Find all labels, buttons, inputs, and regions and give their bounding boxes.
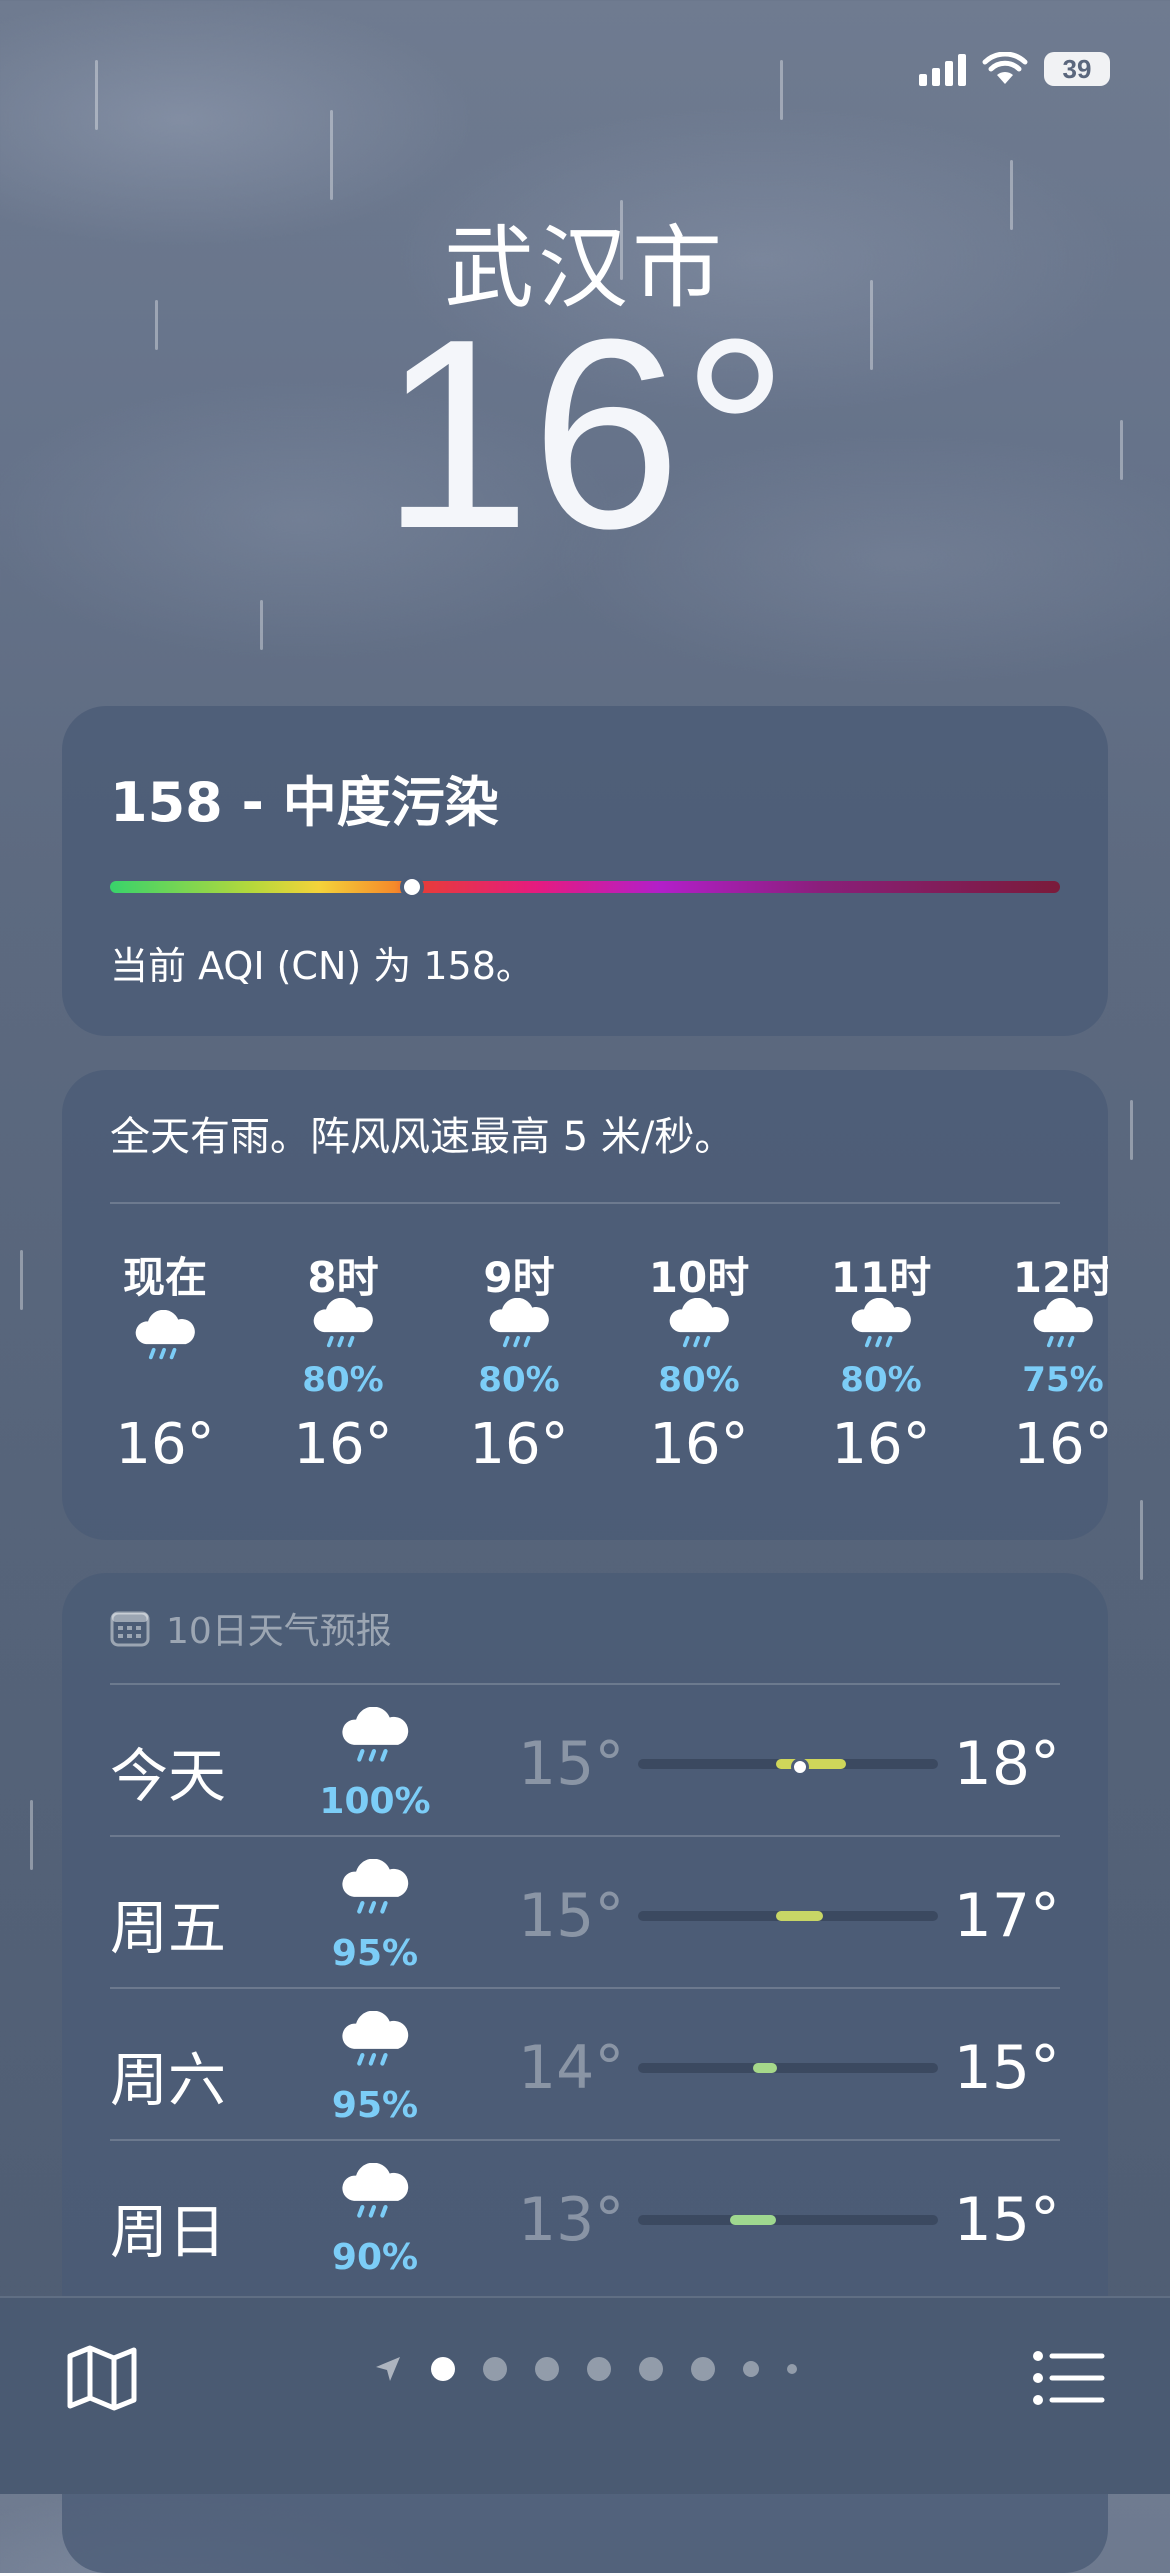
day-low-temp: 15° <box>518 1881 625 1951</box>
rain-cloud-icon <box>313 1298 373 1348</box>
page-dot[interactable] <box>639 2357 663 2381</box>
aqi-indicator <box>400 875 425 899</box>
calendar-icon <box>110 1611 150 1647</box>
day-high-temp: 15° <box>953 2185 1060 2255</box>
day-high-temp: 15° <box>953 2033 1060 2103</box>
temp-range-fill <box>776 1911 823 1921</box>
hour-item: 11时 80% 16° <box>826 1244 936 1477</box>
day-low-temp: 13° <box>518 2185 625 2255</box>
temp-range-fill <box>753 2063 778 2073</box>
day-high-temp: 17° <box>953 1881 1060 1951</box>
day-name: 周五 <box>110 1894 227 1962</box>
hour-precipitation: 75% <box>1022 1360 1104 1400</box>
daily-header: 10日天气预报 <box>110 1573 1060 1683</box>
location-arrow-icon[interactable] <box>373 2354 403 2384</box>
day-low-temp: 15° <box>518 1729 625 1799</box>
rain-cloud-icon <box>669 1298 729 1348</box>
hour-precipitation: 80% <box>478 1360 560 1400</box>
hour-precipitation <box>110 1372 220 1402</box>
temp-range-track <box>638 2215 938 2225</box>
hour-item: 现在 16° <box>110 1244 220 1477</box>
day-row[interactable]: 周六 95% 14° 15° <box>110 1987 1060 2139</box>
divider <box>110 1202 1060 1204</box>
rain-cloud-icon <box>489 1298 549 1348</box>
daily-header-label: 10日天气预报 <box>166 1611 392 1652</box>
day-precipitation: 95% <box>331 2085 419 2126</box>
status-bar: 39 <box>919 52 1110 86</box>
hour-time: 11时 <box>830 1253 932 1302</box>
hour-precipitation: 80% <box>658 1360 740 1400</box>
hour-temperature: 16° <box>115 1412 215 1477</box>
wifi-icon <box>982 52 1028 84</box>
hour-time: 9时 <box>483 1253 555 1302</box>
hour-item: 10时 80% 16° <box>644 1244 754 1477</box>
hour-time: 8时 <box>307 1253 379 1302</box>
hour-temperature: 16° <box>1013 1412 1108 1477</box>
day-row[interactable]: 周日 90% 13° 15° <box>110 2139 1060 2291</box>
page-dot[interactable] <box>787 2364 797 2374</box>
hour-precipitation: 80% <box>302 1360 384 1400</box>
list-icon[interactable] <box>1028 2338 1108 2418</box>
aqi-title: 158 - 中度污染 <box>110 771 499 834</box>
day-high-temp: 18° <box>953 1729 1060 1799</box>
daily-list[interactable]: 今天 100% 15° 18° 周五 95% 15° 17° 周六 95% 14° 15° 周日 90% 1… <box>110 1683 1060 2291</box>
page-dot[interactable] <box>483 2357 507 2381</box>
day-name: 周六 <box>110 2046 227 2114</box>
rain-cloud-icon <box>851 1298 911 1348</box>
day-name: 今天 <box>110 1742 227 1810</box>
hour-temperature: 16° <box>649 1412 749 1477</box>
hourly-list[interactable]: 现在 16° 8时 80% 16° 9时 80% 16° 10时 80% 16° 11时 80% 16° 1… <box>110 1244 1108 1540</box>
signal-icon <box>919 52 966 86</box>
current-temperature: 16° <box>380 284 790 585</box>
hour-time: 12时 <box>1012 1253 1108 1302</box>
day-row[interactable]: 今天 100% 15° 18° <box>110 1683 1060 1835</box>
aqi-card[interactable]: 158 - 中度污染 当前 AQI (CN) 为 158。 <box>62 706 1108 1036</box>
rain-cloud-icon <box>342 2163 409 2218</box>
rain-cloud-icon <box>135 1310 195 1360</box>
day-precipitation: 90% <box>331 2237 419 2278</box>
hour-precipitation: 80% <box>840 1360 922 1400</box>
battery-icon: 39 <box>1044 52 1110 86</box>
page-dot[interactable] <box>743 2361 759 2377</box>
aqi-scale-bar <box>110 875 1060 899</box>
hour-time: 10时 <box>648 1253 750 1302</box>
hour-item: 8时 80% 16° <box>288 1244 398 1477</box>
temp-range-fill <box>776 1759 846 1769</box>
page-indicator[interactable] <box>0 2354 1170 2384</box>
page-dot[interactable] <box>691 2357 715 2381</box>
rain-cloud-icon <box>342 2011 409 2066</box>
temp-range-track <box>638 1911 938 1921</box>
day-precipitation: 95% <box>331 1933 419 1974</box>
rain-cloud-icon <box>342 1707 409 1762</box>
hour-temperature: 16° <box>293 1412 393 1477</box>
page-dot[interactable] <box>535 2357 559 2381</box>
temp-range-fill <box>730 2215 777 2225</box>
hour-item: 9时 80% 16° <box>464 1244 574 1477</box>
day-low-temp: 14° <box>518 2033 625 2103</box>
day-row[interactable]: 周五 95% 15° 17° <box>110 1835 1060 1987</box>
rain-cloud-icon <box>342 1859 409 1914</box>
page-dot[interactable] <box>587 2357 611 2381</box>
hour-item: 12时 75% 16° <box>1008 1244 1108 1477</box>
temp-range-track <box>638 1758 938 1776</box>
hourly-forecast-card[interactable]: 全天有雨。阵风风速最高 5 米/秒。 现在 16° 8时 80% 16° 9时 80% 16°… <box>62 1070 1108 1540</box>
bottom-toolbar <box>0 2296 1170 2494</box>
hour-temperature: 16° <box>469 1412 569 1477</box>
current-temp-dot <box>790 1758 809 1776</box>
day-name: 周日 <box>110 2198 227 2266</box>
temp-range-track <box>638 2063 938 2073</box>
rain-cloud-icon <box>1033 1298 1093 1348</box>
hour-time: 现在 <box>122 1253 207 1302</box>
page-dot[interactable] <box>431 2357 455 2381</box>
hour-temperature: 16° <box>831 1412 931 1477</box>
aqi-description: 当前 AQI (CN) 为 158。 <box>110 944 534 988</box>
day-precipitation: 100% <box>319 1781 431 1822</box>
hourly-summary: 全天有雨。阵风风速最高 5 米/秒。 <box>110 1114 735 1160</box>
